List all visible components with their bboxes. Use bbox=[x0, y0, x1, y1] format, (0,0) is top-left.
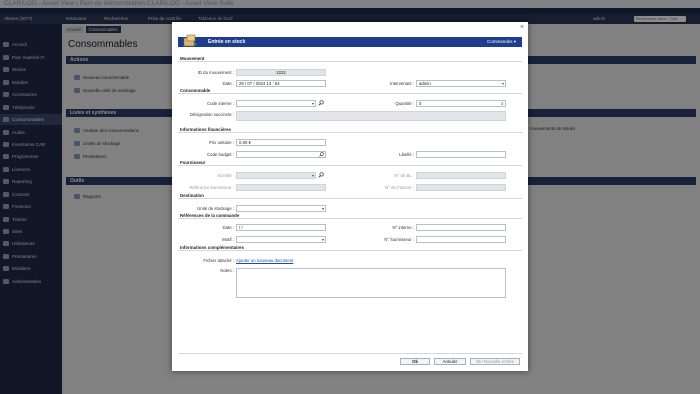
date-commande-label: Date : bbox=[222, 225, 234, 230]
code-interne-label: Code interne : bbox=[207, 101, 234, 106]
ref-fournisseur-label: Référence fournisseur : bbox=[189, 185, 234, 190]
dialog-header: Entrée en stock Commandes ▾ bbox=[178, 34, 522, 47]
chevron-down-icon: ▾ bbox=[513, 39, 516, 44]
stepper-arrows-icon: ⇕ bbox=[500, 101, 504, 106]
quantite-stepper[interactable]: 0 ⇕ bbox=[416, 100, 506, 107]
dialog-footer-divider bbox=[178, 353, 522, 354]
intervenant-select[interactable]: admin ▾ bbox=[416, 80, 506, 87]
dialog-body: Mouvement ID du mouvement : 2222 Date : … bbox=[178, 54, 522, 354]
chevron-down-icon: ▾ bbox=[321, 206, 324, 211]
unite-stockage-label: Unité de stockage : bbox=[197, 206, 234, 211]
close-icon[interactable]: × bbox=[520, 24, 524, 31]
search-icon[interactable] bbox=[318, 100, 324, 106]
no-bl-field bbox=[416, 172, 506, 179]
motif-select[interactable]: ▾ bbox=[236, 236, 326, 243]
search-icon[interactable] bbox=[319, 152, 324, 157]
ref-fournisseur-field bbox=[236, 184, 326, 191]
no-bl-label: N° de BL : bbox=[394, 173, 414, 178]
designation-label: Désignation succincte : bbox=[189, 112, 234, 117]
quantite-label: Quantité : bbox=[395, 101, 414, 106]
section-financieres: Informations financières bbox=[178, 127, 522, 133]
date-field[interactable]: 29 / 07 / 2024 13 : 54 bbox=[236, 80, 326, 87]
section-fournisseur: Fournisseur bbox=[178, 160, 522, 166]
code-interne-select[interactable]: ▾ bbox=[236, 100, 316, 107]
societe-select: ▾ bbox=[236, 172, 316, 179]
libelle-field[interactable] bbox=[416, 151, 506, 158]
section-commande: Références de la commande bbox=[178, 213, 522, 219]
notes-textarea[interactable] bbox=[236, 268, 506, 298]
section-consommable: Consommable bbox=[178, 88, 522, 94]
search-icon[interactable] bbox=[318, 172, 324, 178]
societe-label: Société : bbox=[217, 173, 234, 178]
no-facture-label: N° de Facture : bbox=[385, 185, 414, 190]
section-mouvement: Mouvement bbox=[178, 56, 522, 62]
motif-label: Motif : bbox=[222, 237, 234, 242]
notes-label: Notes : bbox=[220, 268, 234, 273]
dialog-title: Entrée en stock bbox=[208, 39, 246, 45]
id-mouvement-label: ID du mouvement : bbox=[197, 70, 234, 75]
code-budget-field[interactable] bbox=[236, 151, 326, 158]
chevron-down-icon: ▾ bbox=[501, 81, 504, 86]
intervenant-label: Intervenant : bbox=[390, 81, 414, 86]
no-fournisseur-field[interactable] bbox=[416, 236, 506, 243]
no-facture-field bbox=[416, 184, 506, 191]
code-budget-label: Code budget : bbox=[207, 152, 234, 157]
id-mouvement-field: 2222 bbox=[236, 69, 326, 76]
fichier-label: Fichier attaché : bbox=[203, 258, 234, 263]
entree-stock-dialog: × Entrée en stock Commandes ▾ Mouvement … bbox=[172, 22, 528, 371]
cancel-button[interactable]: Annuler bbox=[434, 358, 466, 365]
stock-entry-icon bbox=[183, 34, 197, 47]
section-destination: Destination bbox=[178, 193, 522, 199]
ok-button[interactable]: Ok bbox=[400, 358, 430, 365]
commands-menu[interactable]: Commandes ▾ bbox=[487, 37, 516, 47]
date-label: Date : bbox=[222, 81, 234, 86]
chevron-down-icon: ▾ bbox=[311, 173, 314, 178]
designation-field bbox=[236, 111, 506, 121]
unite-stockage-select[interactable]: ▾ bbox=[236, 205, 326, 212]
prix-unitaire-label: Prix unitaire : bbox=[208, 140, 234, 145]
chevron-down-icon: ▾ bbox=[321, 237, 324, 242]
section-complementaires: Informations complémentaires bbox=[178, 245, 522, 251]
ok-new-button[interactable]: Ok+Nouvelle entrée bbox=[470, 358, 520, 365]
no-interne-field[interactable] bbox=[416, 224, 506, 231]
libelle-label: Libellé : bbox=[399, 152, 414, 157]
no-fournisseur-label: N° fournisseur : bbox=[384, 237, 414, 242]
no-interne-label: N° interne : bbox=[392, 225, 414, 230]
date-commande-field[interactable]: / / bbox=[236, 224, 326, 231]
chevron-down-icon: ▾ bbox=[311, 101, 314, 106]
add-document-link[interactable]: Ajouter un nouveau document bbox=[236, 257, 293, 264]
prix-unitaire-field[interactable]: 0,00 € bbox=[236, 139, 326, 146]
